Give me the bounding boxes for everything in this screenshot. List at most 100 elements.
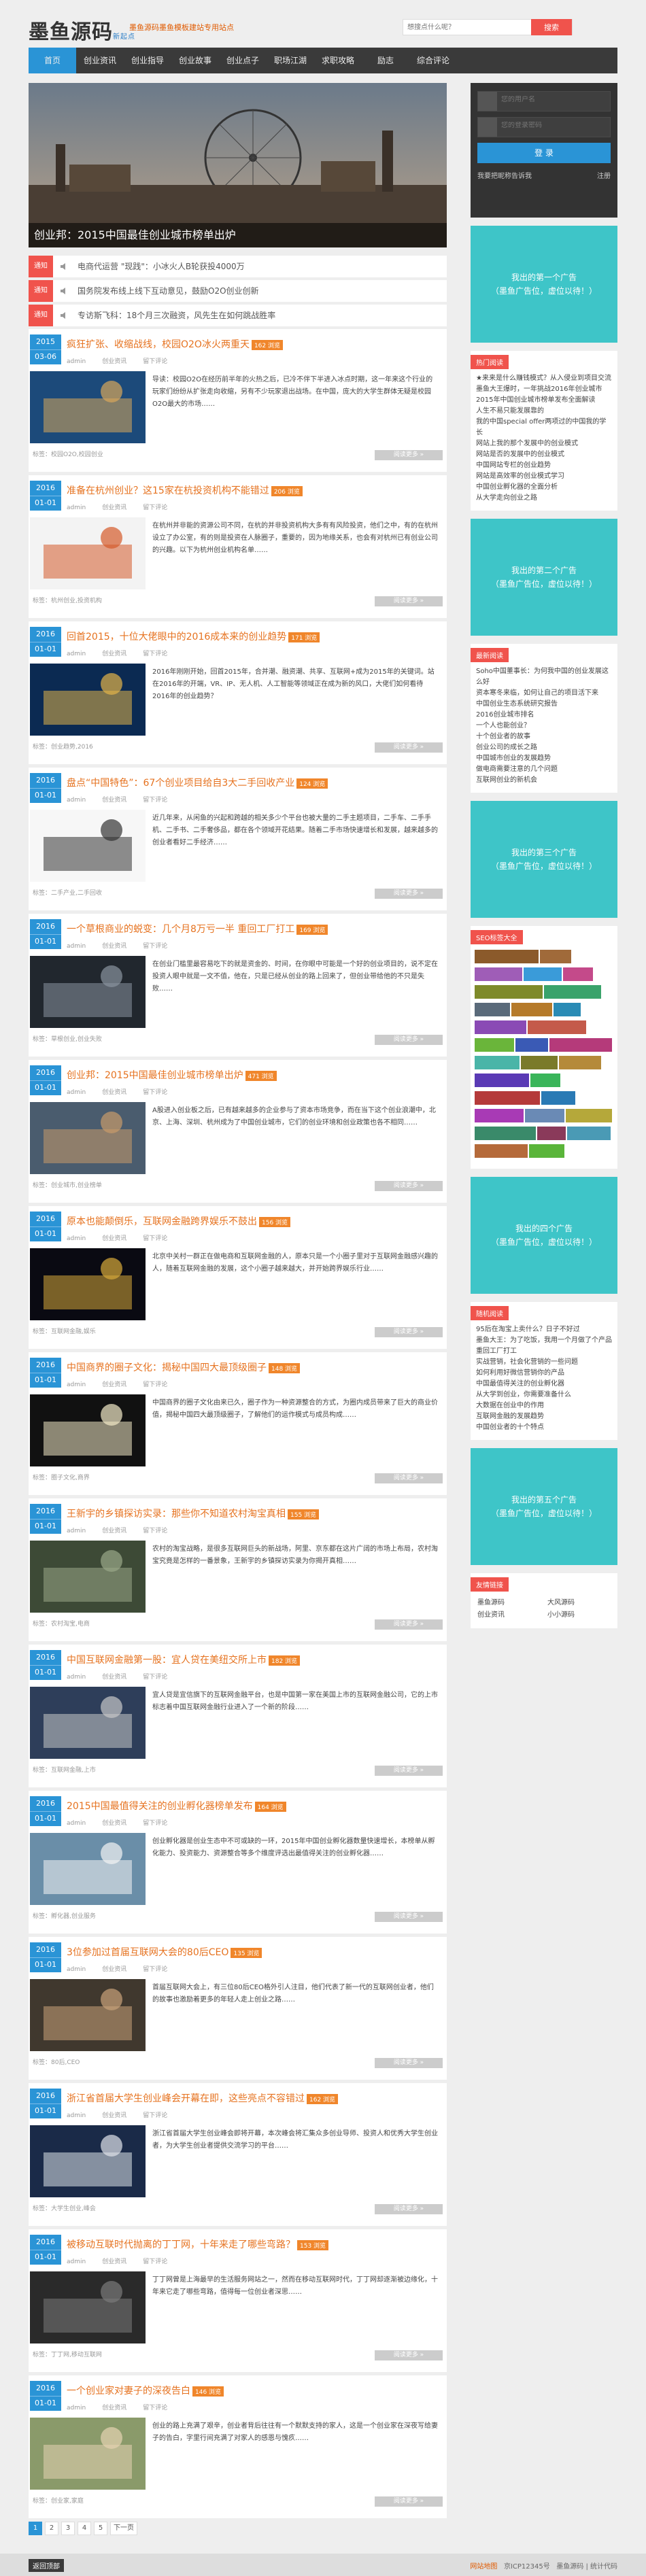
ad-slot-5[interactable]: 我出的第五个广告 （墨鱼广告位，虚位以待！） xyxy=(471,1448,617,1565)
read-more-button[interactable]: 阅读更多 » xyxy=(375,450,443,460)
post-thumbnail[interactable] xyxy=(30,371,146,443)
post-meta-action[interactable]: 留下评论 xyxy=(143,651,167,657)
post-title-text[interactable]: 浙江省首届大学生创业峰会开幕在即，这些亮点不容错过 xyxy=(67,2093,305,2104)
post-title-text[interactable]: 2015中国最值得关注的创业孵化器榜单发布 xyxy=(67,1801,253,1812)
tag-chip[interactable] xyxy=(475,1144,528,1158)
widget-list-item[interactable]: 做电商需要注意的几个问题 xyxy=(476,764,612,775)
post-title[interactable]: 被移动互联时代抛离的丁丁网，十年来走了哪些弯路？ 153 浏览 xyxy=(67,2237,329,2251)
post-meta-cat[interactable]: 创业资讯 xyxy=(102,1820,126,1827)
post-meta-cat[interactable]: 创业资讯 xyxy=(102,1674,126,1681)
tag-chip[interactable] xyxy=(475,1020,526,1034)
friend-link[interactable]: 小小源码 xyxy=(547,1609,611,1621)
widget-list-item[interactable]: 墨鱼大王爆时，一年挑战2016年创业城市 xyxy=(476,384,612,395)
tag-chip[interactable] xyxy=(528,1020,586,1034)
read-more-button[interactable]: 阅读更多 » xyxy=(375,1619,443,1630)
post-title-text[interactable]: 中国商界的圈子文化：揭秘中国四大最顶级圈子 xyxy=(67,1362,267,1373)
post-title-text[interactable]: 被移动互联时代抛离的丁丁网，十年来走了哪些弯路？ xyxy=(67,2239,295,2250)
post-title[interactable]: 创业邦：2015中国最佳创业城市榜单出炉 471 浏览 xyxy=(67,1068,277,1082)
post-meta-action[interactable]: 留下评论 xyxy=(143,1966,167,1973)
widget-list-item[interactable]: 实战营销，社会化营销的一些问题 xyxy=(476,1357,612,1368)
post-title[interactable]: 盘点“中国特色”：67个创业项目给自3大二手回收产业 124 浏览 xyxy=(67,776,328,789)
post-title[interactable]: 回首2015，十位大佬眼中的2016成本来的创业趋势 171 浏览 xyxy=(67,630,320,643)
post-title[interactable]: 中国互联网金融第一股：宜人贷在美纽交所上市 182 浏览 xyxy=(67,1653,301,1666)
ad-slot-4[interactable]: 我出的四个广告 （墨鱼广告位，虚位以待！） xyxy=(471,1177,617,1294)
nav-item[interactable]: 创业资讯 xyxy=(76,48,124,73)
post-meta-cat[interactable]: 创业资讯 xyxy=(102,1235,126,1242)
post-title[interactable]: 3位参加过首届互联网大会的80后CEO 135 浏览 xyxy=(67,1945,262,1959)
widget-list-item[interactable]: 中国创业者的十个特点 xyxy=(476,1422,612,1433)
register-link[interactable]: 注册 xyxy=(597,170,611,180)
post-meta-action[interactable]: 留下评论 xyxy=(143,358,167,365)
post-thumbnail[interactable] xyxy=(30,2418,146,2490)
widget-list-item[interactable]: 互联网金融的发展趋势 xyxy=(476,1411,612,1422)
password-field[interactable] xyxy=(477,117,611,137)
page-button[interactable]: 下一页 xyxy=(110,2522,137,2535)
post-meta-action[interactable]: 留下评论 xyxy=(143,2405,167,2411)
tag-chip[interactable] xyxy=(541,1091,575,1105)
widget-list-item[interactable]: 重回工厂打工 xyxy=(476,1346,612,1357)
widget-list-item[interactable]: 十个创业者的故事 xyxy=(476,732,612,742)
post-title-text[interactable]: 盘点“中国特色”：67个创业项目给自3大二手回收产业 xyxy=(67,778,294,789)
widget-list-item[interactable]: 中国创业生态系统研究报告 xyxy=(476,699,612,710)
post-title[interactable]: 中国商界的圈子文化：揭秘中国四大最顶级圈子 148 浏览 xyxy=(67,1360,301,1374)
tag-chip[interactable] xyxy=(475,1056,520,1069)
read-more-button[interactable]: 阅读更多 » xyxy=(375,2350,443,2360)
post-thumbnail[interactable] xyxy=(30,517,146,589)
post-title-text[interactable]: 准备在杭州创业？这15家在杭投资机构不能错过 xyxy=(67,485,269,496)
page-button[interactable]: 2 xyxy=(45,2522,58,2535)
post-title-text[interactable]: 一个创业家对妻子的深夜告白 xyxy=(67,2386,190,2397)
post-thumbnail[interactable] xyxy=(30,664,146,736)
post-meta-cat[interactable]: 创业资讯 xyxy=(102,2112,126,2119)
post-thumbnail[interactable] xyxy=(30,2271,146,2343)
nav-item[interactable]: 创业故事 xyxy=(171,48,219,73)
tag-chip[interactable] xyxy=(559,1056,601,1069)
tag-chip[interactable] xyxy=(525,1109,564,1122)
post-thumbnail[interactable] xyxy=(30,1541,146,1613)
widget-list-item[interactable]: 互联网创业的新机会 xyxy=(476,775,612,786)
read-more-button[interactable]: 阅读更多 » xyxy=(375,889,443,899)
tag-chip[interactable] xyxy=(554,1003,581,1016)
read-more-button[interactable]: 阅读更多 » xyxy=(375,1327,443,1337)
nav-item[interactable]: 求职攻略 xyxy=(314,48,362,73)
post-title[interactable]: 原本也能颠倒乐，互联网金融跨界娱乐不鼓出 156 浏览 xyxy=(67,1214,291,1228)
post-title[interactable]: 浙江省首届大学生创业峰会开幕在即，这些亮点不容错过 162 浏览 xyxy=(67,2091,339,2105)
post-meta-action[interactable]: 留下评论 xyxy=(143,797,167,804)
widget-list-item[interactable]: 从大学走向创业之路 xyxy=(476,493,612,504)
widget-list-item[interactable]: 网站是否的发展中的创业模式 xyxy=(476,449,612,460)
widget-list-item[interactable]: 95后在淘宝上卖什么？日子不好过 xyxy=(476,1324,612,1335)
widget-list-item[interactable]: 中国最值得关注的创业孵化器 xyxy=(476,1379,612,1390)
post-thumbnail[interactable] xyxy=(30,1687,146,1759)
post-title[interactable]: 一个草根商业的蜕变：几个月8万亏一半 重回工厂打工 169 浏览 xyxy=(67,922,328,935)
post-meta-cat[interactable]: 创业资讯 xyxy=(102,1381,126,1388)
post-title-text[interactable]: 中国互联网金融第一股：宜人贷在美纽交所上市 xyxy=(67,1655,267,1666)
tag-chip[interactable] xyxy=(475,1109,524,1122)
page-button[interactable]: 1 xyxy=(29,2522,42,2535)
tag-chip[interactable] xyxy=(529,1144,564,1158)
nav-item[interactable]: 首页 xyxy=(29,48,76,73)
widget-list-item[interactable]: 从大学到创业，你需要准备什么 xyxy=(476,1390,612,1401)
post-title-text[interactable]: 原本也能颠倒乐，互联网金融跨界娱乐不鼓出 xyxy=(67,1216,257,1227)
read-more-button[interactable]: 阅读更多 » xyxy=(375,2058,443,2068)
post-meta-action[interactable]: 留下评论 xyxy=(143,1528,167,1534)
post-meta-cat[interactable]: 创业资讯 xyxy=(102,651,126,657)
nav-item[interactable]: 综合评论 xyxy=(409,48,457,73)
post-title[interactable]: 2015中国最值得关注的创业孵化器榜单发布 164 浏览 xyxy=(67,1799,286,1813)
nav-item[interactable]: 励志 xyxy=(362,48,409,73)
tag-chip[interactable] xyxy=(521,1056,558,1069)
ad-slot-3[interactable]: 我出的第三个广告 （墨鱼广告位，虚位以待！） xyxy=(471,801,617,918)
news-row[interactable]: 通知 专访斯飞科：18个月三次融资，风先生在如何跳战胜率 xyxy=(29,305,447,326)
widget-list-item[interactable]: 资本寒冬来临，如何让自己的项目活下来 xyxy=(476,688,612,699)
widget-list-item[interactable]: 大数据在创业中的作用 xyxy=(476,1401,612,1411)
tag-chip[interactable] xyxy=(475,967,522,981)
read-more-button[interactable]: 阅读更多 » xyxy=(375,1473,443,1483)
tag-chip[interactable] xyxy=(530,1074,560,1087)
widget-list-item[interactable]: 网站上我的那个发展中的创业模式 xyxy=(476,439,612,449)
post-title[interactable]: 一个创业家对妻子的深夜告白 146 浏览 xyxy=(67,2384,224,2397)
widget-list-item[interactable]: 一个人也能创业？ xyxy=(476,721,612,732)
post-title-text[interactable]: 王新宇的乡镇探访实录：那些你不知道农村淘宝真相 xyxy=(67,1509,286,1519)
banner-slider[interactable]: 创业邦：2015中国最佳创业城市榜单出炉 xyxy=(29,83,447,247)
widget-list-item[interactable]: 中国创业孵化器的全面分析 xyxy=(476,482,612,493)
post-meta-action[interactable]: 留下评论 xyxy=(143,2259,167,2265)
read-more-button[interactable]: 阅读更多 » xyxy=(375,1035,443,1045)
post-title-text[interactable]: 疯狂扩张、收缩战线，校园O2O冰火两重天 xyxy=(67,339,250,350)
